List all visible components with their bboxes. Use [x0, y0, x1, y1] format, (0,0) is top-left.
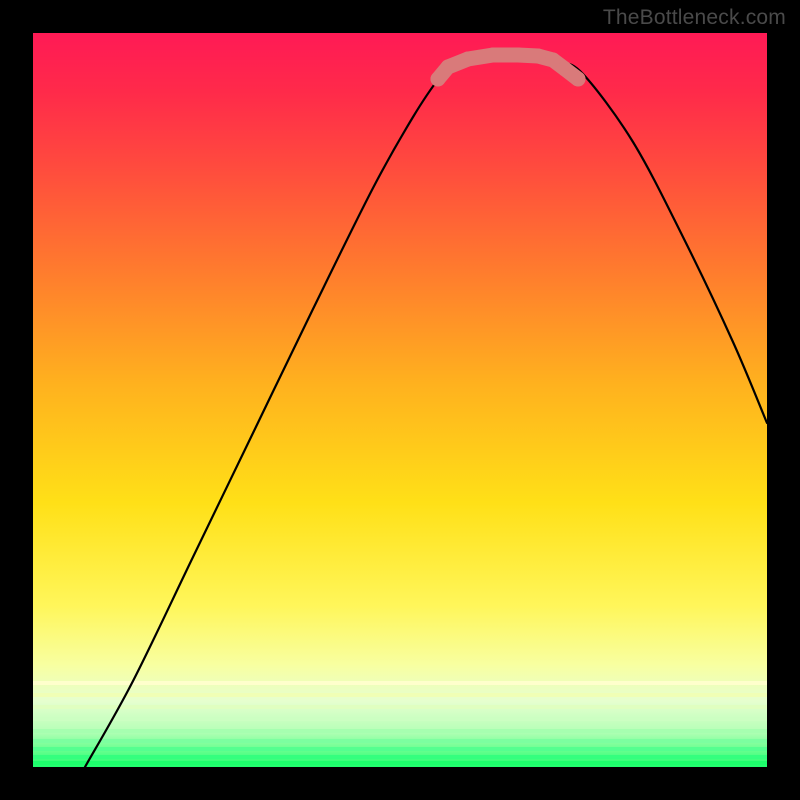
marker-dot — [558, 62, 573, 77]
plot-area — [33, 33, 767, 767]
marker-dot — [571, 72, 586, 87]
chart-frame: TheBottleneck.com — [0, 0, 800, 800]
marker-dot — [531, 49, 546, 64]
marker-group — [431, 48, 586, 87]
marker-dot — [461, 52, 476, 67]
marker-dot — [431, 72, 446, 87]
bottleneck-curve-svg — [33, 33, 767, 767]
marker-dot — [486, 48, 501, 63]
bottleneck-curve-path — [85, 54, 767, 767]
marker-dot — [546, 53, 561, 68]
watermark-text: TheBottleneck.com — [603, 6, 786, 30]
marker-dot — [441, 60, 456, 75]
marker-dot — [511, 48, 526, 63]
